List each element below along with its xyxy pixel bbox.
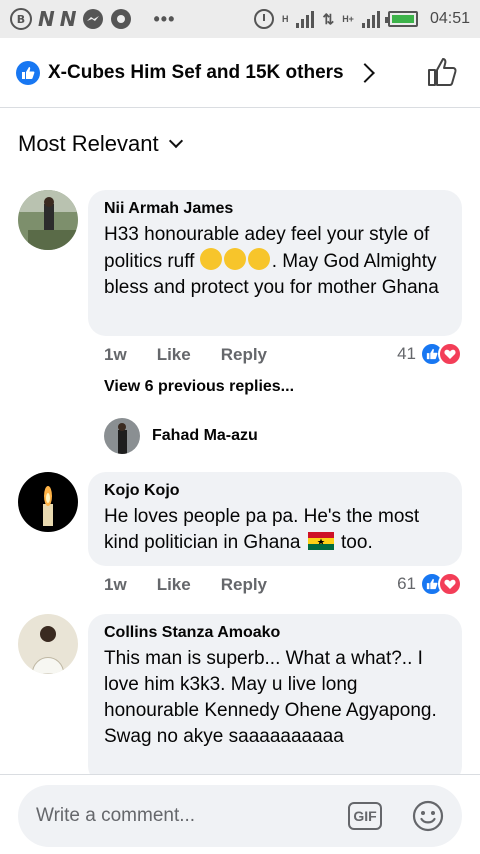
reply-button[interactable]: Reply	[221, 575, 267, 595]
status-bar: B N N ••• H ⇅ H+ 04:51	[0, 0, 480, 38]
gif-button[interactable]: GIF	[348, 802, 382, 830]
like-button[interactable]: Like	[157, 575, 191, 595]
emoji-smile-icon[interactable]	[412, 800, 444, 832]
like-outline-icon[interactable]	[426, 56, 458, 88]
sort-label: Most Relevant	[18, 131, 159, 156]
signal-icon	[296, 10, 315, 28]
battery-icon	[384, 11, 418, 27]
b-icon: B	[10, 8, 32, 30]
love-reaction-icon	[438, 342, 462, 366]
alarm-icon	[253, 9, 274, 29]
avatar[interactable]	[18, 472, 78, 532]
comment-placeholder: Write a comment...	[36, 805, 196, 826]
reaction-count[interactable]: 61	[397, 572, 462, 596]
comment-bubble[interactable]: Kojo Kojo He loves people pa pa. He's th…	[88, 472, 462, 566]
like-button[interactable]: Like	[157, 345, 191, 365]
comment-composer-bar: Write a comment... GIF	[0, 774, 480, 854]
love-reaction-icon	[438, 572, 462, 596]
comment-actions: 1w Like Reply	[104, 575, 297, 595]
chevron-down-icon	[168, 133, 183, 149]
comment-author[interactable]: Nii Armah James	[104, 200, 446, 218]
grinning-face-emoji	[247, 248, 270, 270]
comment-bubble[interactable]: Nii Armah James H33 honourable adey feel…	[88, 190, 462, 336]
ghana-flag-emoji	[307, 532, 334, 550]
n-icon: N	[38, 7, 55, 31]
comment-text: He loves people pa pa. He's the most kin…	[104, 506, 420, 553]
comment-input[interactable]: Write a comment... GIF	[18, 785, 462, 847]
signal-icon	[361, 10, 380, 28]
messenger-icon	[82, 9, 103, 29]
comment-bubble[interactable]: Collins Stanza Amoako This man is superb…	[88, 614, 462, 784]
reply-preview[interactable]: Fahad Ma-azu	[104, 418, 258, 454]
network-type-1: H	[281, 13, 289, 24]
status-time: 04:51	[429, 10, 470, 27]
comment-author[interactable]: Kojo Kojo	[104, 482, 446, 500]
comment-author[interactable]: Collins Stanza Amoako	[104, 624, 446, 642]
comment-actions: 1w Like Reply	[104, 345, 297, 365]
avatar[interactable]	[104, 418, 140, 454]
comment-time: 1w	[104, 575, 127, 594]
network-type-2: H+	[342, 13, 354, 24]
like-reaction-icon	[16, 60, 40, 85]
comment-time: 1w	[104, 345, 127, 364]
grinning-face-emoji	[199, 248, 222, 270]
reaction-count[interactable]: 41	[397, 342, 462, 366]
reactions-header[interactable]: X-Cubes Him Sef and 15K others	[0, 38, 480, 108]
chrome-icon	[110, 9, 131, 29]
reply-author[interactable]: Fahad Ma-azu	[152, 427, 258, 445]
grinning-face-emoji	[223, 248, 246, 270]
reply-button[interactable]: Reply	[221, 345, 267, 365]
more-dots-icon: •••	[153, 8, 176, 29]
avatar[interactable]	[18, 190, 78, 250]
n-icon: N	[59, 7, 77, 31]
chevron-right-icon[interactable]	[354, 62, 375, 83]
reactions-summary[interactable]: X-Cubes Him Sef and 15K others	[48, 62, 344, 84]
view-previous-replies-link[interactable]: View 6 previous replies...	[104, 378, 294, 396]
sort-dropdown[interactable]: Most Relevant	[18, 131, 183, 157]
avatar[interactable]	[18, 614, 78, 674]
comment-text: H33 honourable adey feel your style of p…	[104, 224, 439, 298]
comment-text: This man is superb... What a what?.. I l…	[104, 648, 437, 747]
